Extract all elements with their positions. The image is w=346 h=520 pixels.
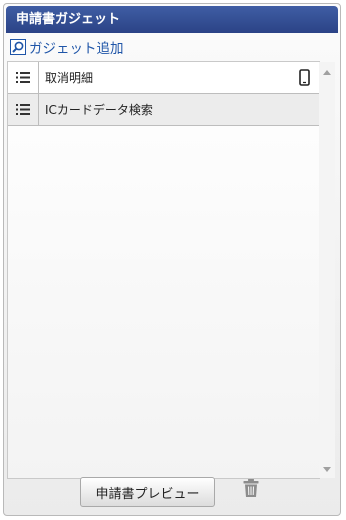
list-scrollbar[interactable] bbox=[319, 62, 335, 478]
application-gadget-panel: 申請書ガジェット ガジェット追加 取消明細 ICカードデータ検索 申請書プレビュ… bbox=[3, 3, 341, 516]
list-item[interactable]: 取消明細 bbox=[8, 62, 319, 94]
preview-button[interactable]: 申請書プレビュー bbox=[80, 477, 215, 507]
list-icon[interactable] bbox=[8, 94, 39, 125]
mobile-phone-icon bbox=[289, 62, 319, 93]
trash-icon[interactable] bbox=[242, 478, 260, 498]
list-icon[interactable] bbox=[8, 62, 39, 93]
panel-title: 申請書ガジェット bbox=[6, 6, 338, 33]
gadget-label: ICカードデータ検索 bbox=[45, 103, 153, 117]
panel-footer: 申請書プレビュー bbox=[4, 475, 340, 515]
gadget-label: 取消明細 bbox=[45, 71, 94, 85]
search-icon bbox=[10, 39, 26, 55]
scroll-up-arrow-icon[interactable] bbox=[323, 70, 331, 75]
list-item[interactable]: ICカードデータ検索 bbox=[8, 94, 319, 126]
add-gadget-link[interactable]: ガジェット追加 bbox=[10, 38, 124, 57]
add-gadget-label: ガジェット追加 bbox=[29, 41, 124, 57]
scroll-down-arrow-icon[interactable] bbox=[323, 467, 331, 472]
gadget-list: 取消明細 ICカードデータ検索 bbox=[7, 61, 320, 479]
